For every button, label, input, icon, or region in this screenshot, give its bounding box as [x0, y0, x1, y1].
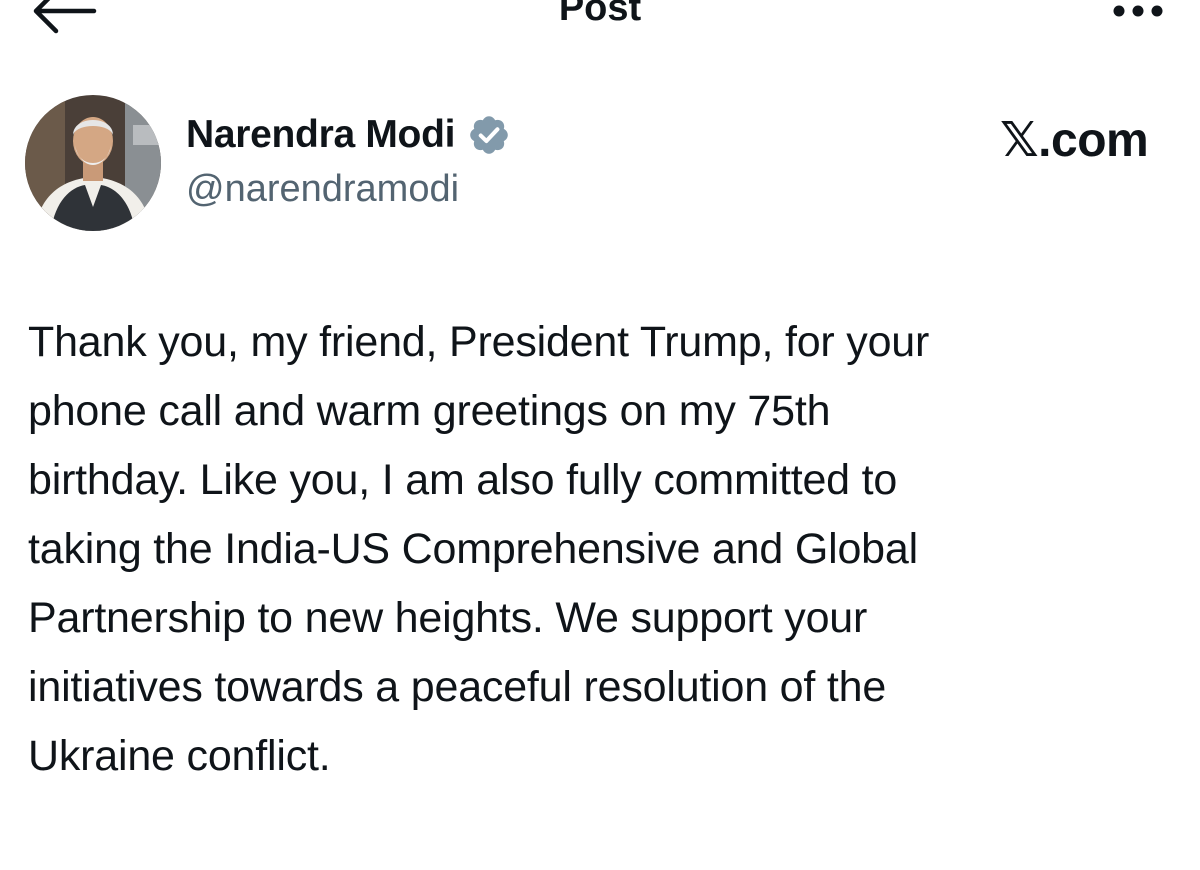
author-name[interactable]: Narendra Modi: [186, 111, 455, 159]
more-button[interactable]: [1108, 0, 1168, 26]
verified-badge-icon: [470, 116, 508, 154]
author-handle[interactable]: @narendramodi: [186, 166, 459, 212]
post-page: Post Narendra Modi @narendramodi 𝕏.com T…: [0, 0, 1200, 870]
page-title: Post: [558, 0, 642, 29]
profile-photo: [25, 95, 161, 231]
source-label: 𝕏.com: [1000, 114, 1149, 167]
more-horizontal-icon: [1113, 5, 1163, 17]
avatar[interactable]: [25, 95, 161, 231]
top-bar: Post: [0, 0, 1200, 40]
author-name-row: Narendra Modi: [186, 110, 511, 160]
post-text: Thank you, my friend, President Trump, f…: [28, 318, 930, 780]
